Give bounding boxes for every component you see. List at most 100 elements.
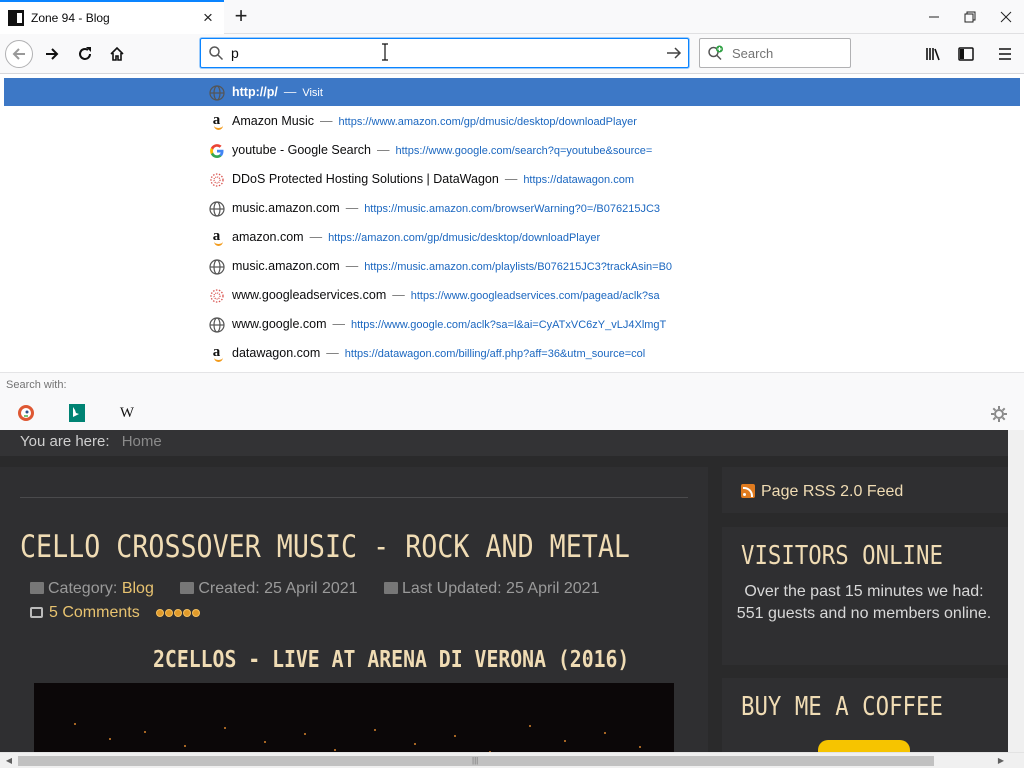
wikipedia-icon[interactable]: W bbox=[117, 403, 137, 423]
bing-icon[interactable] bbox=[67, 403, 87, 423]
autocomplete-url: https://www.amazon.com/gp/dmusic/desktop… bbox=[338, 116, 637, 128]
close-window-button[interactable] bbox=[988, 0, 1024, 34]
autocomplete-row-text: music.amazon.com — https://music.amazon.co… bbox=[232, 259, 692, 273]
scrollbar-grip-icon: ||| bbox=[472, 756, 479, 765]
autocomplete-row-text: http://p/ — Visit bbox=[232, 85, 692, 99]
forward-button[interactable] bbox=[38, 40, 66, 68]
breadcrumb: You are here: Home bbox=[0, 430, 1008, 456]
visitors-heading: VISITORS ONLINE bbox=[741, 541, 943, 571]
article-title: CELLO CROSSOVER MUSIC - ROCK AND METAL bbox=[20, 529, 630, 565]
text-cursor-icon bbox=[382, 43, 388, 61]
tab-zone94[interactable]: Zone 94 - Blog × bbox=[0, 0, 224, 34]
amazon-icon: a bbox=[212, 343, 223, 362]
hamburger-menu-icon bbox=[999, 48, 1011, 60]
autocomplete-separator: — bbox=[319, 114, 333, 128]
autocomplete-row-text: www.google.com — https://www.google.com/ac… bbox=[232, 317, 692, 331]
globe-icon bbox=[208, 84, 225, 101]
globe-icon bbox=[208, 200, 225, 217]
autocomplete-url: https://www.googleadservices.com/pagead/… bbox=[410, 290, 660, 302]
scroll-left-arrow-icon[interactable]: ◀ bbox=[4, 756, 14, 766]
sidebar-button[interactable] bbox=[952, 40, 980, 68]
comments-link[interactable]: 5 Comments bbox=[49, 604, 140, 621]
autocomplete-separator: — bbox=[309, 230, 323, 244]
rss-link[interactable]: Page RSS 2.0 Feed bbox=[741, 483, 903, 501]
go-arrow-icon[interactable] bbox=[664, 44, 684, 62]
search-settings-gear-icon[interactable] bbox=[988, 403, 1010, 425]
reload-icon bbox=[79, 47, 91, 60]
coffee-heading: BUY ME A COFFEE bbox=[741, 692, 943, 722]
minimize-button[interactable] bbox=[916, 0, 952, 34]
back-button[interactable] bbox=[5, 40, 33, 68]
home-button[interactable] bbox=[103, 40, 131, 68]
autocomplete-row[interactable]: youtube - Google Search — https://www.goog… bbox=[4, 136, 1020, 165]
url-input[interactable] bbox=[231, 44, 651, 62]
menu-button[interactable] bbox=[991, 40, 1019, 68]
category-link[interactable]: Blog bbox=[122, 580, 154, 597]
new-tab-button[interactable]: + bbox=[230, 5, 252, 27]
autocomplete-row[interactable]: www.google.com — https://www.google.com/ac… bbox=[4, 310, 1020, 339]
datawagon-icon bbox=[208, 287, 225, 304]
autocomplete-title: music.amazon.com bbox=[232, 201, 340, 215]
reload-button[interactable] bbox=[71, 40, 99, 68]
breadcrumb-home-link[interactable]: Home bbox=[122, 433, 162, 450]
autocomplete-row[interactable]: http://p/ — Visit bbox=[4, 78, 1020, 106]
autocomplete-row[interactable]: music.amazon.com — https://music.amazon.co… bbox=[4, 194, 1020, 223]
home-icon bbox=[110, 46, 124, 61]
duckduckgo-icon[interactable] bbox=[16, 403, 36, 423]
autocomplete-separator: — bbox=[283, 85, 297, 99]
autocomplete-separator: — bbox=[345, 201, 359, 215]
library-button[interactable] bbox=[920, 40, 948, 68]
search-with-label: Search with: bbox=[6, 379, 67, 391]
autocomplete-url: https://www.google.com/aclk?sa=l&ai=CyAT… bbox=[351, 319, 667, 331]
tab-title: Zone 94 - Blog bbox=[31, 11, 110, 25]
autocomplete-title: www.googleadservices.com bbox=[232, 288, 387, 302]
autocomplete-row-text: datawagon.com — https://datawagon.com/bill… bbox=[232, 346, 692, 360]
autocomplete-title: amazon.com bbox=[232, 230, 304, 244]
autocomplete-row[interactable]: a datawagon.com — https://datawagon.com/bil… bbox=[4, 339, 1020, 368]
autocomplete-title: youtube - Google Search bbox=[232, 143, 371, 157]
autocomplete-row[interactable]: music.amazon.com — https://music.amazon.co… bbox=[4, 252, 1020, 281]
autocomplete-row-text: youtube - Google Search — https://www.goog… bbox=[232, 143, 692, 157]
amazon-icon: a bbox=[212, 227, 223, 246]
autocomplete-row-text: www.googleadservices.com — https://www.goo… bbox=[232, 288, 692, 302]
autocomplete-url: https://music.amazon.com/browserWarning?… bbox=[364, 203, 661, 215]
globe-icon bbox=[208, 316, 225, 333]
globe-icon bbox=[208, 258, 225, 275]
breadcrumb-label: You are here: bbox=[20, 433, 110, 450]
autocomplete-separator: — bbox=[392, 288, 405, 302]
horizontal-scrollbar[interactable]: ◀ ||| ▶ bbox=[0, 752, 1024, 768]
site-favicon-icon bbox=[8, 10, 24, 26]
autocomplete-separator: — bbox=[326, 346, 339, 360]
autocomplete-title: www.google.com bbox=[232, 317, 327, 331]
autocomplete-url: https://datawagon.com bbox=[523, 174, 634, 186]
rss-panel: Page RSS 2.0 Feed bbox=[722, 467, 1008, 513]
autocomplete-row[interactable]: a amazon.com — https://amazon.com/gp/dmusic… bbox=[4, 223, 1020, 252]
buy-coffee-button[interactable] bbox=[818, 740, 910, 752]
autocomplete-row[interactable]: www.googleadservices.com — https://www.goo… bbox=[4, 281, 1020, 310]
tab-strip: Zone 94 - Blog × + bbox=[0, 0, 1024, 34]
autocomplete-url: https://datawagon.com/billing/aff.php?af… bbox=[344, 348, 646, 360]
autocomplete-row[interactable]: DDoS Protected Hosting Solutions | DataW… bbox=[4, 165, 1020, 194]
tab-close-icon[interactable]: × bbox=[198, 8, 218, 28]
autocomplete-row[interactable]: a Amazon Music — https://www.amazon.com/gp/… bbox=[4, 107, 1020, 136]
maximize-button[interactable] bbox=[952, 0, 988, 34]
calendar-icon bbox=[180, 582, 195, 594]
autocomplete-row-text: amazon.com — https://amazon.com/gp/dmusic/… bbox=[232, 230, 692, 244]
autocomplete-url: https://www.google.com/search?q=youtube&… bbox=[395, 145, 653, 157]
autocomplete-url: https://music.amazon.com/playlists/B0762… bbox=[364, 261, 673, 273]
autocomplete-title: datawagon.com bbox=[232, 346, 321, 360]
autocomplete-separator: — bbox=[345, 259, 359, 273]
video-player[interactable] bbox=[34, 683, 674, 752]
autocomplete-title: http://p/ bbox=[232, 85, 278, 99]
coffee-panel: BUY ME A COFFEE bbox=[722, 678, 1008, 752]
search-bar[interactable] bbox=[699, 38, 851, 68]
calendar-edit-icon bbox=[383, 582, 398, 594]
url-bar[interactable] bbox=[200, 38, 689, 68]
search-input[interactable] bbox=[732, 46, 842, 61]
rss-icon bbox=[741, 484, 755, 498]
scroll-right-arrow-icon[interactable]: ▶ bbox=[996, 756, 1006, 766]
restore-icon bbox=[964, 11, 976, 23]
vertical-scrollbar[interactable] bbox=[1008, 430, 1024, 752]
star-rating[interactable] bbox=[156, 604, 201, 622]
autocomplete-url: Visit bbox=[302, 87, 323, 99]
